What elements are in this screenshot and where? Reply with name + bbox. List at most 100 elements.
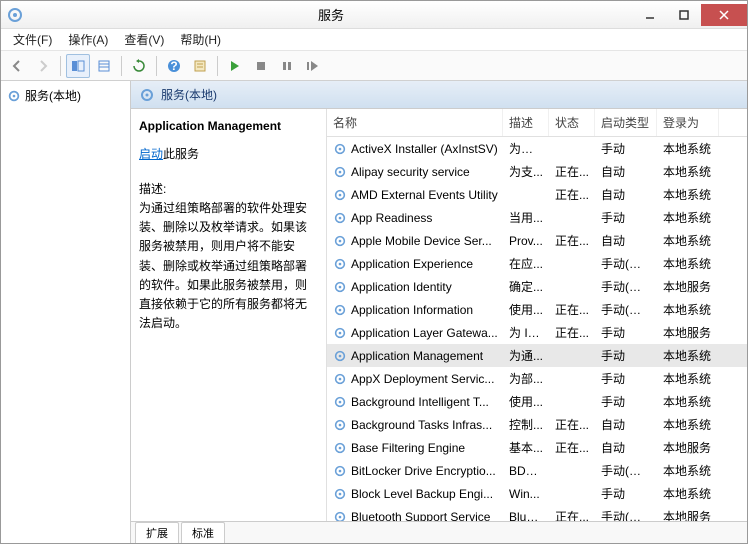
start-service-button[interactable] <box>223 54 247 78</box>
sidebar-item-label: 服务(本地) <box>25 87 81 104</box>
cell-name: Alipay security service <box>327 163 503 181</box>
back-button[interactable] <box>5 54 29 78</box>
content-header-label: 服务(本地) <box>161 86 217 103</box>
service-row[interactable]: Application Layer Gatewa...为 In...正在...手… <box>327 321 747 344</box>
service-row[interactable]: Application Experience在应...手动(触发...本地系统 <box>327 252 747 275</box>
service-row[interactable]: Application Information使用...正在...手动(触发..… <box>327 298 747 321</box>
cell-desc: 确定... <box>503 276 549 297</box>
sidebar: 服务(本地) <box>1 81 131 543</box>
forward-button[interactable] <box>31 54 55 78</box>
window-title: 服务 <box>29 5 633 24</box>
tab-extended[interactable]: 扩展 <box>135 522 179 543</box>
show-hide-tree-button[interactable] <box>66 54 90 78</box>
cell-desc: Prov... <box>503 232 549 250</box>
service-row[interactable]: Application Identity确定...手动(触发...本地服务 <box>327 275 747 298</box>
service-row[interactable]: AMD External Events Utility正在...自动本地系统 <box>327 183 747 206</box>
cell-desc: 为部... <box>503 368 549 389</box>
app-icon <box>7 7 23 23</box>
service-row[interactable]: Base Filtering Engine基本...正在...自动本地服务 <box>327 436 747 459</box>
gear-icon <box>333 303 347 317</box>
col-state[interactable]: 状态 <box>549 109 595 136</box>
cell-logon: 本地系统 <box>657 138 719 159</box>
cell-start: 手动(触发... <box>595 299 657 320</box>
service-row[interactable]: Background Intelligent T...使用...手动本地系统 <box>327 390 747 413</box>
cell-start: 手动(触发... <box>595 253 657 274</box>
service-row[interactable]: Apple Mobile Device Ser...Prov...正在...自动… <box>327 229 747 252</box>
cell-name: AMD External Events Utility <box>327 186 503 204</box>
col-start[interactable]: 启动类型 <box>595 109 657 136</box>
close-button[interactable] <box>701 4 747 26</box>
col-desc[interactable]: 描述 <box>503 109 549 136</box>
gear-icon <box>333 372 347 386</box>
cell-name: BitLocker Drive Encryptio... <box>327 462 503 480</box>
service-row[interactable]: Bluetooth Support ServiceBlue...正在...手动(… <box>327 505 747 521</box>
cell-desc: 为通... <box>503 345 549 366</box>
cell-state: 正在... <box>549 299 595 320</box>
gear-icon <box>333 142 347 156</box>
service-row[interactable]: Application Management为通...手动本地系统 <box>327 344 747 367</box>
cell-start: 手动 <box>595 322 657 343</box>
cell-name: Application Experience <box>327 255 503 273</box>
toolbar: ? <box>1 51 747 81</box>
cell-logon: 本地系统 <box>657 368 719 389</box>
menu-help[interactable]: 帮助(H) <box>172 29 229 50</box>
col-logon[interactable]: 登录为 <box>657 109 719 136</box>
cell-desc: 控制... <box>503 414 549 435</box>
menu-action[interactable]: 操作(A) <box>60 29 116 50</box>
service-list: 名称 描述 状态 启动类型 登录为 ActiveX Installer (AxI… <box>326 109 747 521</box>
cell-logon: 本地服务 <box>657 506 719 521</box>
menu-file[interactable]: 文件(F) <box>5 29 60 50</box>
properties-button[interactable] <box>188 54 212 78</box>
minimize-button[interactable] <box>633 4 667 26</box>
col-name[interactable]: 名称 <box>327 109 503 136</box>
pause-service-button[interactable] <box>275 54 299 78</box>
cell-logon: 本地系统 <box>657 483 719 504</box>
export-list-button[interactable] <box>92 54 116 78</box>
maximize-button[interactable] <box>667 4 701 26</box>
stop-service-button[interactable] <box>249 54 273 78</box>
cell-desc: 基本... <box>503 437 549 458</box>
restart-service-button[interactable] <box>301 54 325 78</box>
cell-start: 自动 <box>595 414 657 435</box>
cell-logon: 本地服务 <box>657 437 719 458</box>
service-row[interactable]: Alipay security service为支...正在...自动本地系统 <box>327 160 747 183</box>
tab-standard[interactable]: 标准 <box>181 522 225 543</box>
cell-state <box>549 216 595 220</box>
gear-icon <box>333 234 347 248</box>
gear-icon <box>333 464 347 478</box>
gear-icon <box>7 89 21 103</box>
cell-state <box>549 492 595 496</box>
cell-desc: 为 In... <box>503 322 549 343</box>
sidebar-item-services[interactable]: 服务(本地) <box>5 85 126 106</box>
cell-desc: 当用... <box>503 207 549 228</box>
cell-desc: 使用... <box>503 391 549 412</box>
list-header: 名称 描述 状态 启动类型 登录为 <box>327 109 747 137</box>
cell-logon: 本地系统 <box>657 460 719 481</box>
help-button[interactable]: ? <box>162 54 186 78</box>
cell-desc: Blue... <box>503 508 549 522</box>
service-row[interactable]: AppX Deployment Servic...为部...手动本地系统 <box>327 367 747 390</box>
service-row[interactable]: Background Tasks Infras...控制...正在...自动本地… <box>327 413 747 436</box>
service-row[interactable]: Block Level Backup Engi...Win...手动本地系统 <box>327 482 747 505</box>
cell-name: Application Identity <box>327 278 503 296</box>
gear-icon <box>333 326 347 340</box>
refresh-button[interactable] <box>127 54 151 78</box>
description-label: 描述: <box>139 180 318 197</box>
gear-icon <box>139 87 155 103</box>
selected-service-name: Application Management <box>139 119 318 133</box>
start-service-suffix: 此服务 <box>163 147 199 161</box>
service-row[interactable]: BitLocker Drive Encryptio...BDE...手动(触发.… <box>327 459 747 482</box>
service-row[interactable]: App Readiness当用...手动本地系统 <box>327 206 747 229</box>
cell-name: Block Level Backup Engi... <box>327 485 503 503</box>
cell-logon: 本地系统 <box>657 161 719 182</box>
menubar: 文件(F) 操作(A) 查看(V) 帮助(H) <box>1 29 747 51</box>
menu-view[interactable]: 查看(V) <box>116 29 172 50</box>
cell-logon: 本地系统 <box>657 230 719 251</box>
cell-desc: 使用... <box>503 299 549 320</box>
cell-state <box>549 469 595 473</box>
service-row[interactable]: ActiveX Installer (AxInstSV)为从 ...手动本地系统 <box>327 137 747 160</box>
list-body[interactable]: ActiveX Installer (AxInstSV)为从 ...手动本地系统… <box>327 137 747 521</box>
cell-name: Application Management <box>327 347 503 365</box>
start-service-link[interactable]: 启动 <box>139 147 163 161</box>
cell-start: 手动 <box>595 483 657 504</box>
